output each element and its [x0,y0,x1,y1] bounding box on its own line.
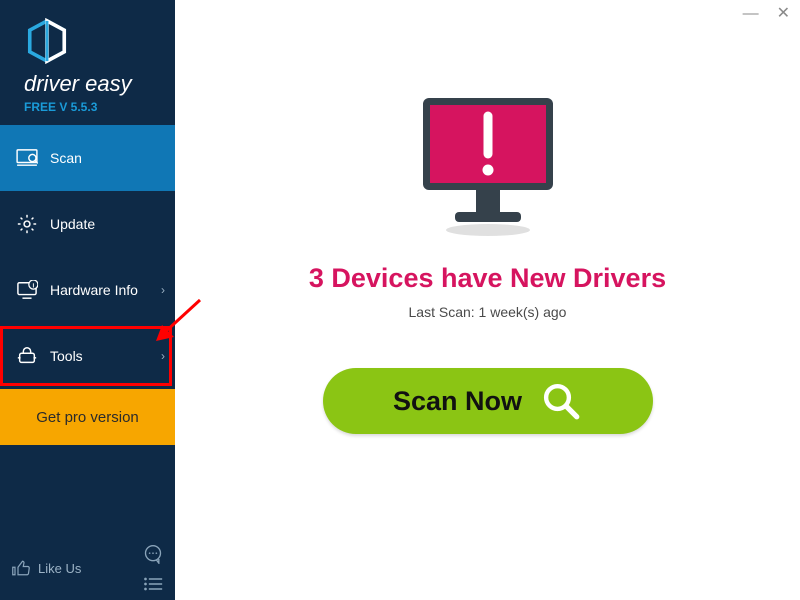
alert-monitor-icon [403,90,573,245]
chevron-right-icon: › [161,283,165,297]
sidebar-item-scan[interactable]: Scan [0,125,175,191]
scan-now-button[interactable]: Scan Now [323,368,653,434]
brand-name: driver easy [24,71,175,97]
sidebar-item-label: Tools [50,348,161,364]
sidebar-item-label: Hardware Info [50,282,161,298]
last-scan-text: Last Scan: 1 week(s) ago [409,304,567,320]
sidebar-item-update[interactable]: Update [0,191,175,257]
sidebar: driver easy FREE V 5.5.3 Scan [0,0,175,600]
brand-version: FREE V 5.5.3 [24,100,175,114]
gear-icon [14,213,40,235]
sidebar-item-label: Update [50,216,165,232]
close-button[interactable]: ✕ [777,6,790,22]
svg-text:i: i [32,282,34,289]
sidebar-item-label: Scan [50,150,165,166]
menu-list-icon[interactable] [143,576,163,592]
chevron-right-icon: › [161,349,165,363]
logo-icon [24,18,70,64]
minimize-button[interactable]: — [743,6,759,22]
thumbs-up-icon [12,559,30,577]
tools-icon [14,345,40,367]
sidebar-item-tools[interactable]: Tools › [0,323,175,389]
brand-block: driver easy FREE V 5.5.3 [0,0,175,125]
like-us-button[interactable]: Like Us [12,559,81,577]
feedback-icon[interactable] [143,544,163,564]
scan-icon [14,149,40,167]
magnifier-icon [540,380,582,422]
main-panel: 3 Devices have New Drivers Last Scan: 1 … [175,0,800,600]
get-pro-button[interactable]: Get pro version [0,389,175,445]
sidebar-footer: Like Us [0,536,175,600]
hardware-info-icon: i [14,280,40,300]
like-us-label: Like Us [38,561,81,576]
get-pro-label: Get pro version [36,409,139,426]
status-title: 3 Devices have New Drivers [309,263,666,294]
scan-now-label: Scan Now [393,386,522,417]
sidebar-item-hardware-info[interactable]: i Hardware Info › [0,257,175,323]
